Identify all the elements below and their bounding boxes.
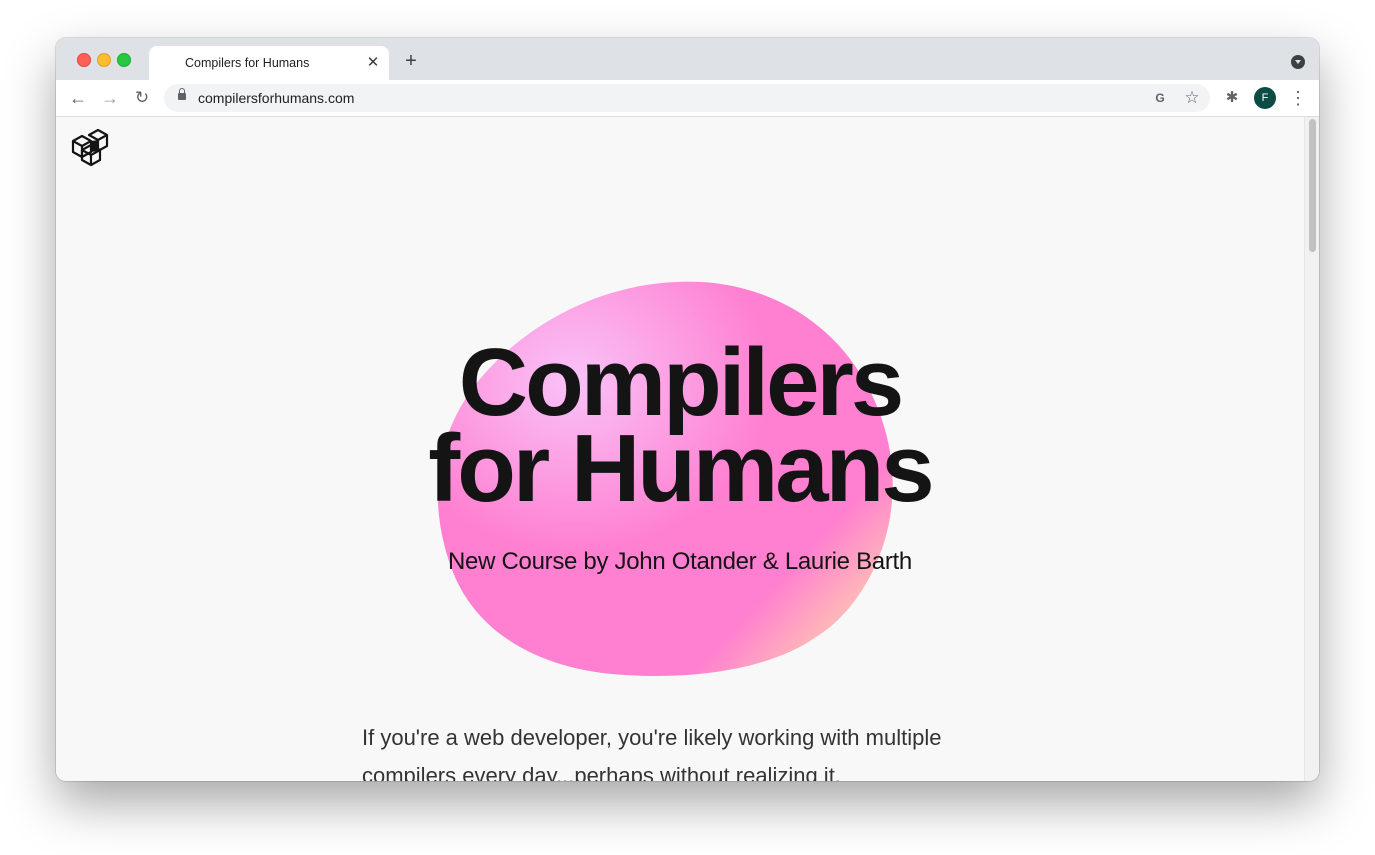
close-tab-icon[interactable]: ✕ (365, 55, 381, 71)
tab-compilers-for-humans[interactable]: Compilers for Humans ✕ (149, 46, 389, 80)
tab-title: Compilers for Humans (185, 56, 310, 70)
browser-window: Compilers for Humans ✕ + ← → ↻ compilers… (56, 38, 1319, 781)
forward-button[interactable]: → (98, 86, 122, 110)
reload-button[interactable]: ↻ (130, 86, 154, 110)
tab-search-icon[interactable] (1291, 55, 1305, 69)
browser-toolbar: ← → ↻ compilersforhumans.com G ☆ ✱ F ⋮ (56, 80, 1319, 117)
translate-icon[interactable]: G (1150, 88, 1170, 108)
hero-title-line-1: Compilers (458, 329, 904, 436)
extensions-puzzle-icon[interactable]: ✱ (1222, 88, 1242, 108)
close-window-button[interactable] (77, 53, 91, 67)
hero-subtitle: New Course by John Otander & Laurie Bart… (448, 548, 912, 575)
new-tab-button[interactable]: + (400, 50, 422, 72)
page-viewport: Compilers for Humans New Course by John … (56, 117, 1304, 781)
zoom-window-button[interactable] (117, 53, 131, 67)
scrollbar-thumb[interactable] (1309, 119, 1316, 252)
hero-title-line-2: for Humans (428, 415, 934, 522)
browser-menu-icon[interactable]: ⋮ (1288, 87, 1308, 109)
hero-title: Compilers for Humans (56, 329, 1304, 522)
page-scrollbar[interactable] (1304, 117, 1319, 781)
lock-icon[interactable] (178, 88, 186, 100)
minimize-window-button[interactable] (97, 53, 111, 67)
profile-avatar[interactable]: F (1254, 87, 1276, 109)
cube-stack-icon[interactable] (70, 127, 110, 167)
bookmark-star-icon[interactable]: ☆ (1182, 88, 1202, 108)
url-text[interactable]: compilersforhumans.com (198, 90, 354, 106)
back-button[interactable]: ← (66, 86, 90, 110)
intro-paragraph: If you're a web developer, you're likely… (362, 725, 942, 781)
address-bar[interactable]: compilersforhumans.com G ☆ (164, 84, 1210, 112)
tab-bar: Compilers for Humans ✕ + (56, 38, 1319, 80)
